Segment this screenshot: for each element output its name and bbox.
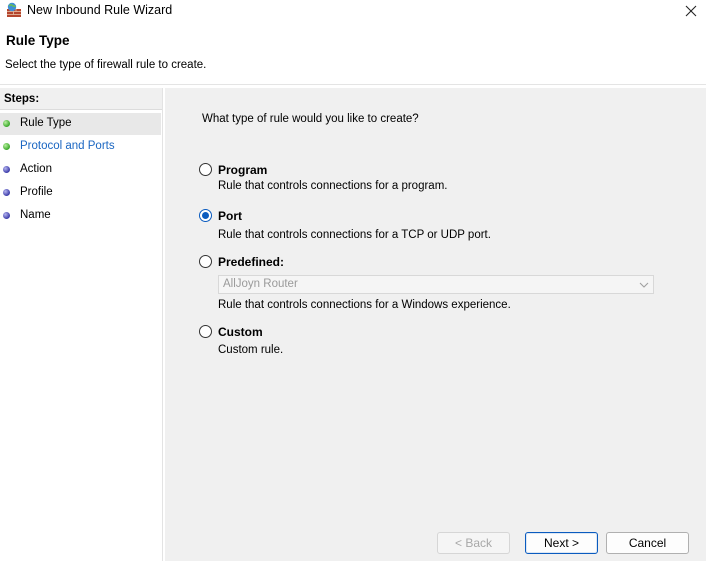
step-pending-icon <box>3 212 10 219</box>
step-protocol-and-ports[interactable]: Protocol and Ports <box>0 136 161 158</box>
custom-description: Custom rule. <box>218 344 284 356</box>
predefined-radio[interactable] <box>199 255 212 268</box>
step-profile: Profile <box>0 182 161 204</box>
step-label[interactable]: Protocol and Ports <box>20 140 115 152</box>
close-icon <box>685 5 697 17</box>
step-pending-icon <box>3 166 10 173</box>
step-name: Name <box>0 205 161 227</box>
back-button[interactable]: < Back <box>437 532 510 554</box>
page-subtitle: Select the type of firewall rule to crea… <box>5 59 207 71</box>
custom-radio[interactable] <box>199 325 212 338</box>
program-description: Rule that controls connections for a pro… <box>218 180 448 192</box>
program-label[interactable]: Program <box>218 163 267 177</box>
predefined-select[interactable]: AllJoyn Router <box>218 275 654 294</box>
port-label[interactable]: Port <box>218 209 242 223</box>
window-title: New Inbound Rule Wizard <box>27 3 173 17</box>
port-description: Rule that controls connections for a TCP… <box>218 229 491 241</box>
title-bar: New Inbound Rule Wizard <box>0 0 706 22</box>
port-radio[interactable] <box>199 209 212 222</box>
chevron-down-icon <box>639 282 649 288</box>
cancel-button[interactable]: Cancel <box>606 532 689 554</box>
step-pending-icon <box>3 189 10 196</box>
wizard-window: New Inbound Rule Wizard Rule Type Select… <box>0 0 706 561</box>
predefined-label[interactable]: Predefined: <box>218 255 284 269</box>
step-rule-type: Rule Type <box>0 113 161 135</box>
step-label: Name <box>20 209 51 221</box>
firewall-icon <box>6 2 22 18</box>
steps-panel: Steps: Rule Type Protocol and Ports Acti… <box>0 88 163 561</box>
step-label: Action <box>20 163 52 175</box>
close-button[interactable] <box>676 0 706 22</box>
step-label: Rule Type <box>20 117 72 129</box>
step-label: Profile <box>20 186 53 198</box>
step-complete-icon <box>3 120 10 127</box>
steps-heading: Steps: <box>4 93 40 105</box>
program-radio[interactable] <box>199 163 212 176</box>
step-complete-icon <box>3 143 10 150</box>
header-divider <box>0 84 706 85</box>
next-button[interactable]: Next > <box>525 532 598 554</box>
main-panel: What type of rule would you like to crea… <box>165 88 706 561</box>
rule-type-question: What type of rule would you like to crea… <box>202 113 419 125</box>
predefined-select-value: AllJoyn Router <box>223 278 298 290</box>
custom-label[interactable]: Custom <box>218 325 263 339</box>
step-action: Action <box>0 159 161 181</box>
steps-header: Steps: <box>0 88 162 110</box>
page-title: Rule Type <box>6 33 70 48</box>
predefined-description: Rule that controls connections for a Win… <box>218 299 511 311</box>
